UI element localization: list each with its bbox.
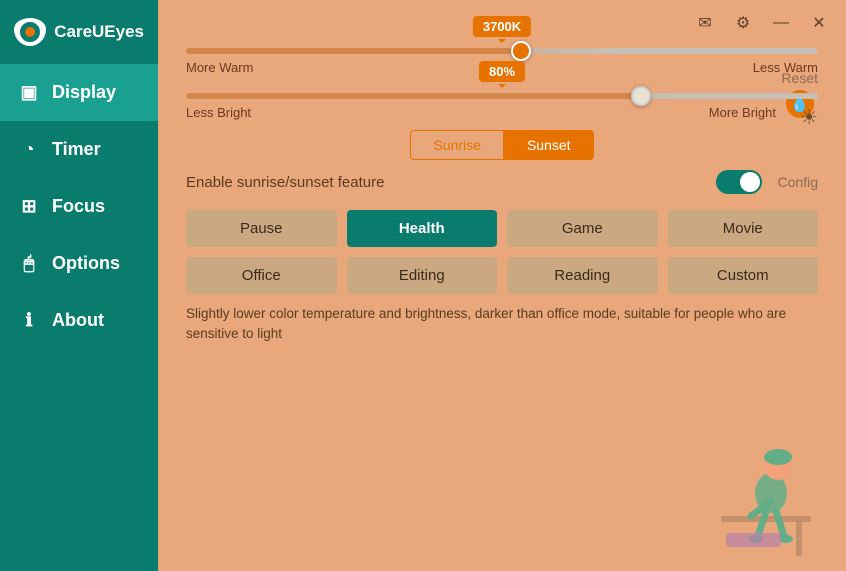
- gear-icon: ⚙: [736, 13, 750, 33]
- sidebar-item-options[interactable]: 🖱 Options: [0, 235, 158, 292]
- mode-description: Slightly lower color temperature and bri…: [186, 304, 818, 345]
- sidebar-item-focus[interactable]: ⊞ Focus: [0, 178, 158, 235]
- mode-pause-button[interactable]: Pause: [186, 210, 337, 247]
- minimize-icon: —: [773, 14, 789, 32]
- mode-office-button[interactable]: Office: [186, 257, 337, 294]
- sidebar-item-label-about: About: [52, 310, 104, 331]
- timer-icon: ◔: [18, 139, 40, 160]
- more-bright-label: More Bright: [709, 105, 776, 120]
- brightness-slider-wrapper: 80%: [186, 93, 818, 99]
- focus-icon: ⊞: [18, 196, 40, 217]
- mode-editing-button[interactable]: Editing: [347, 257, 498, 294]
- options-icon: 🖱: [18, 253, 40, 274]
- sunrise-tab[interactable]: Sunrise: [410, 130, 503, 160]
- close-icon: ✕: [812, 13, 825, 33]
- mode-custom-button[interactable]: Custom: [668, 257, 819, 294]
- about-icon: ℹ: [18, 310, 40, 331]
- brightness-section: 80% Less Bright More Bright ☀: [186, 93, 818, 120]
- close-button[interactable]: ✕: [804, 8, 834, 38]
- sidebar-item-about[interactable]: ℹ About: [0, 292, 158, 349]
- sunrise-toggle[interactable]: [716, 170, 762, 194]
- less-bright-label: Less Bright: [186, 105, 251, 120]
- sidebar-item-label-display: Display: [52, 82, 116, 103]
- email-button[interactable]: ✉: [690, 8, 720, 38]
- sidebar-item-timer[interactable]: ◔ Timer: [0, 121, 158, 178]
- app-title: CareUEyes: [54, 22, 144, 42]
- sidebar-item-label-options: Options: [52, 253, 120, 274]
- brightness-track[interactable]: [186, 93, 818, 99]
- sidebar-item-label-focus: Focus: [52, 196, 105, 217]
- sunset-tab[interactable]: Sunset: [504, 130, 594, 160]
- sidebar-nav: ▣ Display ◔ Timer ⊞ Focus 🖱 Options ℹ Ab…: [0, 64, 158, 349]
- sunrise-sunset-tabs: Sunrise Sunset: [186, 130, 818, 160]
- titlebar: ✉ ⚙ — ✕: [678, 0, 846, 46]
- display-icon: ▣: [18, 82, 40, 103]
- sidebar: CareUEyes ▣ Display ◔ Timer ⊞ Focus 🖱 Op…: [0, 0, 158, 571]
- display-content: 3700K More Warm Less Warm 80%: [158, 10, 846, 361]
- mode-grid: Pause Health Game Movie Office Editing R…: [186, 210, 818, 294]
- brightness-thumb[interactable]: [631, 86, 651, 106]
- sidebar-item-display[interactable]: ▣ Display: [0, 64, 158, 121]
- temperature-slider-wrapper: 3700K: [186, 48, 818, 54]
- enable-sunrise-label: Enable sunrise/sunset feature: [186, 174, 716, 191]
- temperature-tooltip: 3700K: [473, 16, 531, 37]
- config-link[interactable]: Config: [778, 174, 818, 190]
- temperature-thumb[interactable]: [511, 41, 531, 61]
- main-content: ✉ ⚙ — ✕ Reset 💧 3700K More Warm: [158, 0, 846, 571]
- mode-health-button[interactable]: Health: [347, 210, 498, 247]
- sunrise-sunset-toggle-row: Enable sunrise/sunset feature Config: [186, 170, 818, 194]
- app-logo: CareUEyes: [0, 0, 158, 64]
- brightness-icon: ☀: [800, 105, 818, 130]
- minimize-button[interactable]: —: [766, 8, 796, 38]
- decorative-figure: [716, 421, 826, 551]
- brightness-labels: Less Bright More Bright ☀: [186, 105, 818, 120]
- sidebar-item-label-timer: Timer: [52, 139, 101, 160]
- logo-eye-icon: [14, 18, 46, 46]
- mode-reading-button[interactable]: Reading: [507, 257, 658, 294]
- brightness-tooltip: 80%: [479, 61, 525, 82]
- email-icon: ✉: [698, 13, 711, 33]
- mode-movie-button[interactable]: Movie: [668, 210, 819, 247]
- settings-button[interactable]: ⚙: [728, 8, 758, 38]
- more-warm-label: More Warm: [186, 60, 253, 75]
- mode-game-button[interactable]: Game: [507, 210, 658, 247]
- reset-button[interactable]: Reset: [781, 70, 818, 86]
- temperature-track[interactable]: [186, 48, 818, 54]
